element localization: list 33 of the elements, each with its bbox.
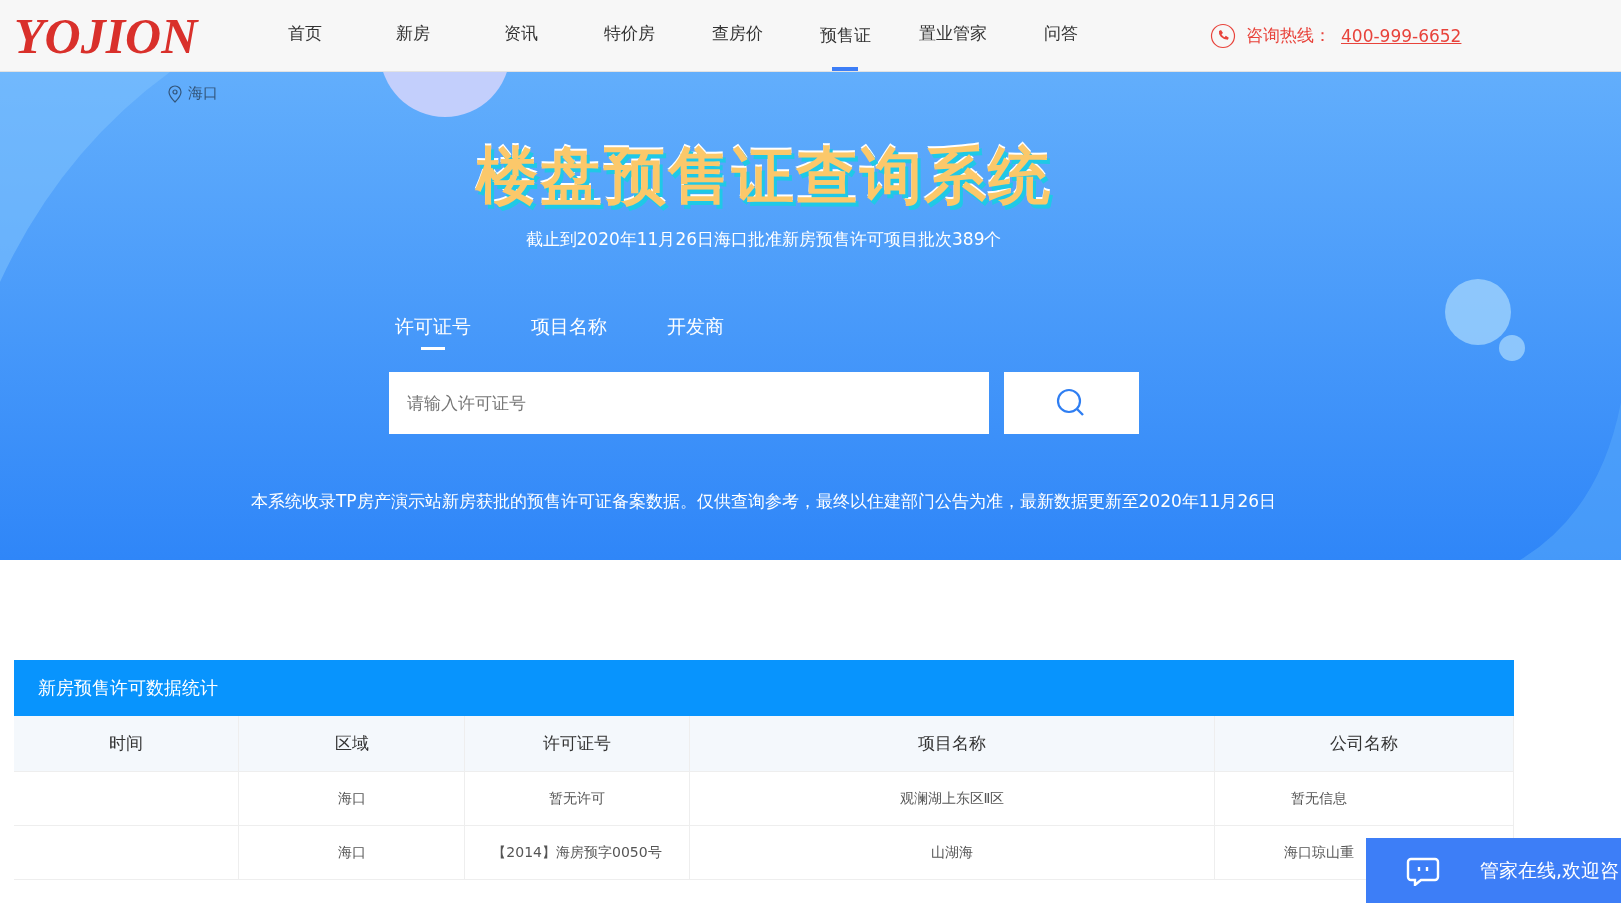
table-cell: 【2014】海房预字0050号 <box>465 826 690 880</box>
table-cell: 观澜湖上东区Ⅱ区 <box>690 772 1215 826</box>
subtitle: 截止到2020年11月26日海口批准新房预售许可项目批次389个 <box>525 228 1002 251</box>
column-header: 许可证号 <box>465 716 690 772</box>
hotline-number-link[interactable]: 400-999-6652 <box>1341 25 1462 46</box>
chat-bubble-icon <box>1406 855 1440 886</box>
table-cell: 海口 <box>239 772 465 826</box>
search-button[interactable] <box>1003 372 1139 434</box>
logo[interactable]: YOJION <box>14 6 251 65</box>
table-title: 新房预售许可数据统计 <box>14 660 1514 716</box>
hotline-label: 咨询热线： <box>1246 24 1331 47</box>
nav-link[interactable]: 置业管家 <box>899 0 1007 71</box>
nav-link[interactable]: 资讯 <box>467 0 575 71</box>
nav-link[interactable]: 查房价 <box>683 0 791 71</box>
table-cell: 暂无信息 <box>1215 772 1514 826</box>
column-header: 区域 <box>239 716 465 772</box>
search-field[interactable]: 请输入许可证号 <box>388 372 989 434</box>
nav-link[interactable]: 特价房 <box>575 0 683 71</box>
table-cell: 山湖海 <box>690 826 1215 880</box>
location-pin-icon <box>168 84 182 103</box>
phone-icon <box>1210 22 1236 49</box>
page-title: 楼盘预售证查询系统 <box>475 138 1052 214</box>
nav-link[interactable]: 问答 <box>1007 0 1115 71</box>
column-header: 公司名称 <box>1215 716 1514 772</box>
column-header: 项目名称 <box>690 716 1215 772</box>
nav-link[interactable]: 预售证 <box>791 0 899 71</box>
column-header: 时间 <box>14 716 239 772</box>
table-cell: 暂无许可 <box>465 772 690 826</box>
table-cell: 海口 <box>239 826 465 880</box>
nav-link[interactable]: 新房 <box>359 0 467 71</box>
disclaimer-text: 本系统收录TP房产演示站新房获批的预售许可证备案数据。仅供查询参考，最终以住建部门公告为准，最新数据更新至2020年11月26日 <box>250 490 1277 513</box>
chat-widget[interactable]: 管家在线,欢迎咨 <box>1366 838 1621 903</box>
nav-link[interactable]: 首页 <box>251 0 359 71</box>
